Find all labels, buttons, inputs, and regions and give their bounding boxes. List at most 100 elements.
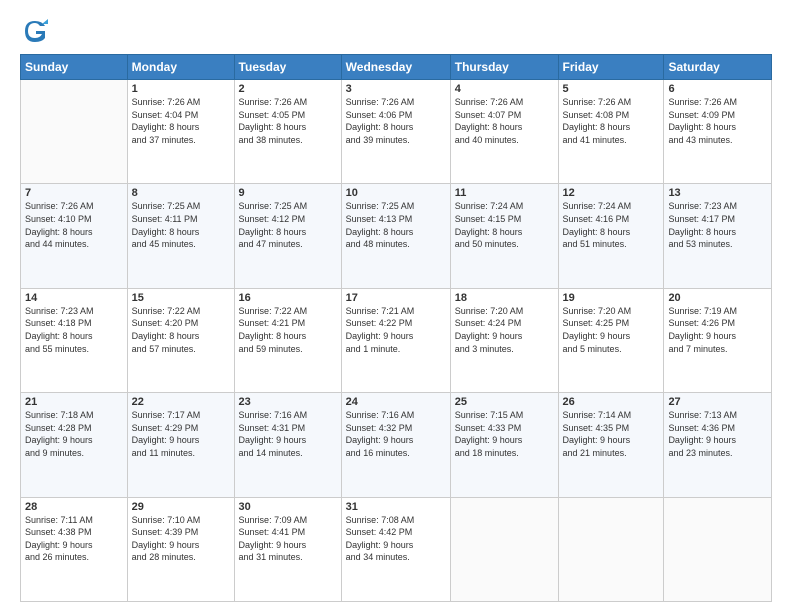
calendar-cell: 10Sunrise: 7:25 AM Sunset: 4:13 PM Dayli… — [341, 184, 450, 288]
calendar-cell: 7Sunrise: 7:26 AM Sunset: 4:10 PM Daylig… — [21, 184, 128, 288]
day-info: Sunrise: 7:22 AM Sunset: 4:21 PM Dayligh… — [239, 305, 337, 355]
day-info: Sunrise: 7:16 AM Sunset: 4:31 PM Dayligh… — [239, 409, 337, 459]
day-info: Sunrise: 7:26 AM Sunset: 4:08 PM Dayligh… — [563, 96, 660, 146]
day-number: 29 — [132, 501, 230, 513]
day-info: Sunrise: 7:25 AM Sunset: 4:12 PM Dayligh… — [239, 200, 337, 250]
day-info: Sunrise: 7:26 AM Sunset: 4:06 PM Dayligh… — [346, 96, 446, 146]
calendar-cell: 29Sunrise: 7:10 AM Sunset: 4:39 PM Dayli… — [127, 497, 234, 601]
calendar-cell: 8Sunrise: 7:25 AM Sunset: 4:11 PM Daylig… — [127, 184, 234, 288]
day-number: 4 — [455, 83, 554, 95]
calendar-cell: 19Sunrise: 7:20 AM Sunset: 4:25 PM Dayli… — [558, 288, 664, 392]
day-info: Sunrise: 7:24 AM Sunset: 4:16 PM Dayligh… — [563, 200, 660, 250]
day-number: 16 — [239, 292, 337, 304]
day-info: Sunrise: 7:26 AM Sunset: 4:09 PM Dayligh… — [668, 96, 767, 146]
day-number: 9 — [239, 187, 337, 199]
day-number: 11 — [455, 187, 554, 199]
day-info: Sunrise: 7:25 AM Sunset: 4:13 PM Dayligh… — [346, 200, 446, 250]
day-number: 18 — [455, 292, 554, 304]
calendar-cell: 18Sunrise: 7:20 AM Sunset: 4:24 PM Dayli… — [450, 288, 558, 392]
weekday-header: Friday — [558, 55, 664, 80]
calendar-header: SundayMondayTuesdayWednesdayThursdayFrid… — [21, 55, 772, 80]
calendar-cell: 30Sunrise: 7:09 AM Sunset: 4:41 PM Dayli… — [234, 497, 341, 601]
calendar-week-row: 1Sunrise: 7:26 AM Sunset: 4:04 PM Daylig… — [21, 80, 772, 184]
weekday-header: Sunday — [21, 55, 128, 80]
calendar-cell: 17Sunrise: 7:21 AM Sunset: 4:22 PM Dayli… — [341, 288, 450, 392]
calendar-cell — [450, 497, 558, 601]
day-number: 23 — [239, 396, 337, 408]
calendar-cell: 20Sunrise: 7:19 AM Sunset: 4:26 PM Dayli… — [664, 288, 772, 392]
day-number: 13 — [668, 187, 767, 199]
day-number: 7 — [25, 187, 123, 199]
calendar-body: 1Sunrise: 7:26 AM Sunset: 4:04 PM Daylig… — [21, 80, 772, 602]
calendar-cell: 14Sunrise: 7:23 AM Sunset: 4:18 PM Dayli… — [21, 288, 128, 392]
day-info: Sunrise: 7:25 AM Sunset: 4:11 PM Dayligh… — [132, 200, 230, 250]
day-info: Sunrise: 7:23 AM Sunset: 4:17 PM Dayligh… — [668, 200, 767, 250]
calendar-cell: 27Sunrise: 7:13 AM Sunset: 4:36 PM Dayli… — [664, 393, 772, 497]
day-number: 22 — [132, 396, 230, 408]
day-info: Sunrise: 7:13 AM Sunset: 4:36 PM Dayligh… — [668, 409, 767, 459]
day-number: 31 — [346, 501, 446, 513]
day-number: 8 — [132, 187, 230, 199]
weekday-header: Saturday — [664, 55, 772, 80]
calendar-week-row: 7Sunrise: 7:26 AM Sunset: 4:10 PM Daylig… — [21, 184, 772, 288]
day-info: Sunrise: 7:15 AM Sunset: 4:33 PM Dayligh… — [455, 409, 554, 459]
day-number: 27 — [668, 396, 767, 408]
calendar-cell: 25Sunrise: 7:15 AM Sunset: 4:33 PM Dayli… — [450, 393, 558, 497]
weekday-header-row: SundayMondayTuesdayWednesdayThursdayFrid… — [21, 55, 772, 80]
header — [20, 16, 772, 46]
logo — [20, 16, 54, 46]
calendar-cell: 6Sunrise: 7:26 AM Sunset: 4:09 PM Daylig… — [664, 80, 772, 184]
day-number: 24 — [346, 396, 446, 408]
weekday-header: Wednesday — [341, 55, 450, 80]
day-number: 2 — [239, 83, 337, 95]
day-info: Sunrise: 7:26 AM Sunset: 4:10 PM Dayligh… — [25, 200, 123, 250]
calendar-cell: 26Sunrise: 7:14 AM Sunset: 4:35 PM Dayli… — [558, 393, 664, 497]
day-info: Sunrise: 7:21 AM Sunset: 4:22 PM Dayligh… — [346, 305, 446, 355]
calendar-cell: 13Sunrise: 7:23 AM Sunset: 4:17 PM Dayli… — [664, 184, 772, 288]
calendar-cell: 11Sunrise: 7:24 AM Sunset: 4:15 PM Dayli… — [450, 184, 558, 288]
calendar-cell: 4Sunrise: 7:26 AM Sunset: 4:07 PM Daylig… — [450, 80, 558, 184]
calendar-week-row: 28Sunrise: 7:11 AM Sunset: 4:38 PM Dayli… — [21, 497, 772, 601]
day-info: Sunrise: 7:22 AM Sunset: 4:20 PM Dayligh… — [132, 305, 230, 355]
calendar-cell: 5Sunrise: 7:26 AM Sunset: 4:08 PM Daylig… — [558, 80, 664, 184]
day-number: 14 — [25, 292, 123, 304]
calendar-cell: 23Sunrise: 7:16 AM Sunset: 4:31 PM Dayli… — [234, 393, 341, 497]
day-number: 5 — [563, 83, 660, 95]
calendar-cell — [21, 80, 128, 184]
day-info: Sunrise: 7:23 AM Sunset: 4:18 PM Dayligh… — [25, 305, 123, 355]
day-number: 21 — [25, 396, 123, 408]
calendar-cell: 2Sunrise: 7:26 AM Sunset: 4:05 PM Daylig… — [234, 80, 341, 184]
day-info: Sunrise: 7:20 AM Sunset: 4:24 PM Dayligh… — [455, 305, 554, 355]
calendar-cell — [558, 497, 664, 601]
day-info: Sunrise: 7:26 AM Sunset: 4:05 PM Dayligh… — [239, 96, 337, 146]
day-number: 3 — [346, 83, 446, 95]
day-info: Sunrise: 7:17 AM Sunset: 4:29 PM Dayligh… — [132, 409, 230, 459]
day-number: 17 — [346, 292, 446, 304]
day-info: Sunrise: 7:10 AM Sunset: 4:39 PM Dayligh… — [132, 514, 230, 564]
weekday-header: Monday — [127, 55, 234, 80]
day-number: 26 — [563, 396, 660, 408]
calendar-week-row: 21Sunrise: 7:18 AM Sunset: 4:28 PM Dayli… — [21, 393, 772, 497]
calendar-cell: 21Sunrise: 7:18 AM Sunset: 4:28 PM Dayli… — [21, 393, 128, 497]
day-info: Sunrise: 7:14 AM Sunset: 4:35 PM Dayligh… — [563, 409, 660, 459]
page: SundayMondayTuesdayWednesdayThursdayFrid… — [0, 0, 792, 612]
calendar-cell: 31Sunrise: 7:08 AM Sunset: 4:42 PM Dayli… — [341, 497, 450, 601]
day-number: 6 — [668, 83, 767, 95]
calendar-cell: 15Sunrise: 7:22 AM Sunset: 4:20 PM Dayli… — [127, 288, 234, 392]
weekday-header: Thursday — [450, 55, 558, 80]
calendar-cell: 3Sunrise: 7:26 AM Sunset: 4:06 PM Daylig… — [341, 80, 450, 184]
day-number: 30 — [239, 501, 337, 513]
calendar-table: SundayMondayTuesdayWednesdayThursdayFrid… — [20, 54, 772, 602]
day-number: 15 — [132, 292, 230, 304]
day-info: Sunrise: 7:19 AM Sunset: 4:26 PM Dayligh… — [668, 305, 767, 355]
day-number: 12 — [563, 187, 660, 199]
day-number: 20 — [668, 292, 767, 304]
day-info: Sunrise: 7:24 AM Sunset: 4:15 PM Dayligh… — [455, 200, 554, 250]
calendar-cell: 22Sunrise: 7:17 AM Sunset: 4:29 PM Dayli… — [127, 393, 234, 497]
day-number: 25 — [455, 396, 554, 408]
calendar-week-row: 14Sunrise: 7:23 AM Sunset: 4:18 PM Dayli… — [21, 288, 772, 392]
day-number: 19 — [563, 292, 660, 304]
calendar-cell: 28Sunrise: 7:11 AM Sunset: 4:38 PM Dayli… — [21, 497, 128, 601]
logo-icon — [20, 16, 50, 46]
day-info: Sunrise: 7:16 AM Sunset: 4:32 PM Dayligh… — [346, 409, 446, 459]
